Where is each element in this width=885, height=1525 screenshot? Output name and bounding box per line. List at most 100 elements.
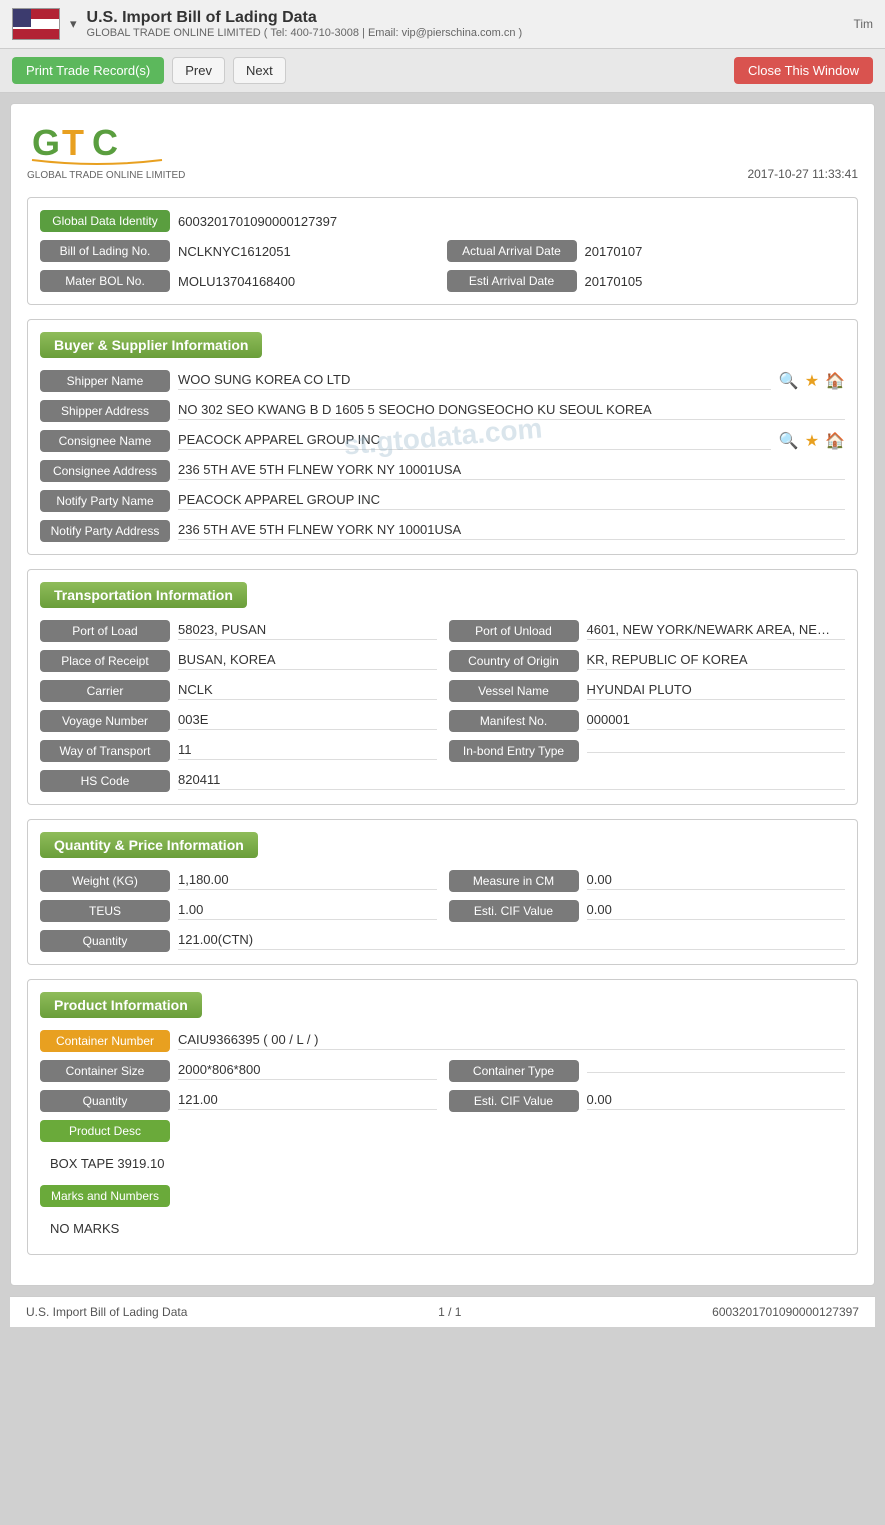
bill-of-lading-value: NCLKNYC1612051 (178, 244, 439, 259)
voyage-number-label: Voyage Number (40, 710, 170, 732)
esti-arrival-label: Esti Arrival Date (447, 270, 577, 292)
notify-party-name-value: PEACOCK APPAREL GROUP INC (178, 492, 845, 510)
port-of-unload-col: Port of Unload 4601, NEW YORK/NEWARK ARE… (449, 620, 846, 642)
esti-cif-value: 0.00 (587, 902, 846, 920)
flag-dropdown[interactable]: ▾ (70, 16, 77, 32)
place-of-receipt-value: BUSAN, KOREA (178, 652, 437, 670)
place-of-receipt-col: Place of Receipt BUSAN, KOREA (40, 650, 437, 672)
notify-party-name-row: Notify Party Name PEACOCK APPAREL GROUP … (40, 490, 845, 512)
shipper-address-label: Shipper Address (40, 400, 170, 422)
shipper-name-label: Shipper Name (40, 370, 170, 392)
product-esti-cif-value: 0.00 (587, 1092, 846, 1110)
hs-code-value: 820411 (178, 772, 845, 790)
marks-numbers-label: Marks and Numbers (40, 1185, 170, 1207)
quantity-row: Quantity 121.00(CTN) (40, 930, 845, 952)
consignee-name-row: Consignee Name PEACOCK APPAREL GROUP INC… (40, 430, 845, 452)
consignee-address-label: Consignee Address (40, 460, 170, 482)
consignee-search-icon[interactable]: 🔍 (779, 431, 799, 451)
toolbar: Print Trade Record(s) Prev Next Close Th… (0, 49, 885, 93)
measure-cm-col: Measure in CM 0.00 (449, 870, 846, 892)
global-data-identity-row: Global Data Identity 6003201701090000127… (40, 210, 845, 232)
quantity-label: Quantity (40, 930, 170, 952)
logo-area: G T C GLOBAL TRADE ONLINE LIMITED (27, 120, 185, 181)
logo-tagline: GLOBAL TRADE ONLINE LIMITED (27, 170, 185, 181)
product-information-section: Product Information Container Number CAI… (27, 979, 858, 1255)
notify-party-name-label: Notify Party Name (40, 490, 170, 512)
notify-party-address-value: 236 5TH AVE 5TH FLNEW YORK NY 10001USA (178, 522, 845, 540)
close-window-button[interactable]: Close This Window (734, 57, 873, 84)
svg-text:C: C (92, 122, 118, 163)
consignee-star-icon[interactable]: ★ (805, 431, 819, 451)
teus-cif-row: TEUS 1.00 Esti. CIF Value 0.00 (40, 900, 845, 922)
port-of-load-value: 58023, PUSAN (178, 622, 437, 640)
bill-of-lading-row: Bill of Lading No. NCLKNYC1612051 Actual… (40, 240, 845, 262)
manifest-no-value: 000001 (587, 712, 846, 730)
marks-numbers-row: Marks and Numbers (40, 1185, 845, 1207)
weight-measure-row: Weight (KG) 1,180.00 Measure in CM 0.00 (40, 870, 845, 892)
esti-arrival-value: 20170105 (585, 274, 846, 289)
container-size-type-row: Container Size 2000*806*800 Container Ty… (40, 1060, 845, 1082)
esti-cif-label: Esti. CIF Value (449, 900, 579, 922)
report-date: 2017-10-27 11:33:41 (747, 167, 858, 181)
consignee-action-icons: 🔍 ★ 🏠 (779, 431, 845, 451)
transport-inbond-row: Way of Transport 11 In-bond Entry Type (40, 740, 845, 762)
flag-icon (12, 8, 60, 40)
footer-center: 1 / 1 (438, 1305, 461, 1319)
place-of-receipt-label: Place of Receipt (40, 650, 170, 672)
weight-kg-col: Weight (KG) 1,180.00 (40, 870, 437, 892)
next-button[interactable]: Next (233, 57, 286, 84)
in-bond-entry-col: In-bond Entry Type (449, 740, 846, 762)
shipper-star-icon[interactable]: ★ (805, 371, 819, 391)
global-data-identity-label: Global Data Identity (40, 210, 170, 232)
page-footer: U.S. Import Bill of Lading Data 1 / 1 60… (10, 1296, 875, 1327)
carrier-value: NCLK (178, 682, 437, 700)
product-quantity-value: 121.00 (178, 1092, 437, 1110)
weight-kg-label: Weight (KG) (40, 870, 170, 892)
product-quantity-cif-row: Quantity 121.00 Esti. CIF Value 0.00 (40, 1090, 845, 1112)
prev-button[interactable]: Prev (172, 57, 225, 84)
way-of-transport-col: Way of Transport 11 (40, 740, 437, 762)
carrier-col: Carrier NCLK (40, 680, 437, 702)
port-of-unload-value: 4601, NEW YORK/NEWARK AREA, NE… (587, 622, 846, 640)
weight-kg-value: 1,180.00 (178, 872, 437, 890)
carrier-label: Carrier (40, 680, 170, 702)
master-bol-row: Mater BOL No. MOLU13704168400 Esti Arriv… (40, 270, 845, 292)
manifest-no-col: Manifest No. 000001 (449, 710, 846, 732)
product-information-title: Product Information (40, 992, 202, 1018)
measure-cm-value: 0.00 (587, 872, 846, 890)
shipper-name-row: Shipper Name WOO SUNG KOREA CO LTD 🔍 ★ 🏠 (40, 370, 845, 392)
way-of-transport-value: 11 (178, 742, 437, 760)
transportation-title: Transportation Information (40, 582, 247, 608)
voyage-number-col: Voyage Number 003E (40, 710, 437, 732)
actual-arrival-label: Actual Arrival Date (447, 240, 577, 262)
shipper-action-icons: 🔍 ★ 🏠 (779, 371, 845, 391)
actual-arrival-value: 20170107 (585, 244, 846, 259)
teus-label: TEUS (40, 900, 170, 922)
print-button[interactable]: Print Trade Record(s) (12, 57, 164, 84)
shipper-search-icon[interactable]: 🔍 (779, 371, 799, 391)
consignee-home-icon[interactable]: 🏠 (825, 431, 845, 451)
container-type-label: Container Type (449, 1060, 579, 1082)
product-desc-label: Product Desc (40, 1120, 170, 1142)
svg-text:T: T (62, 122, 84, 163)
logo-row: G T C GLOBAL TRADE ONLINE LIMITED 2017-1… (27, 120, 858, 181)
product-esti-cif-label: Esti. CIF Value (449, 1090, 579, 1112)
shipper-home-icon[interactable]: 🏠 (825, 371, 845, 391)
footer-right: 6003201701090000127397 (712, 1305, 859, 1319)
vessel-name-label: Vessel Name (449, 680, 579, 702)
in-bond-entry-value (587, 750, 846, 753)
consignee-name-label: Consignee Name (40, 430, 170, 452)
bill-of-lading-label: Bill of Lading No. (40, 240, 170, 262)
container-size-col: Container Size 2000*806*800 (40, 1060, 437, 1082)
footer-left: U.S. Import Bill of Lading Data (26, 1305, 187, 1319)
notify-party-address-label: Notify Party Address (40, 520, 170, 542)
gtc-logo: G T C (27, 120, 167, 170)
esti-cif-col: Esti. CIF Value 0.00 (449, 900, 846, 922)
container-size-label: Container Size (40, 1060, 170, 1082)
container-type-value (587, 1070, 846, 1073)
quantity-value: 121.00(CTN) (178, 932, 845, 950)
shipper-address-value: NO 302 SEO KWANG B D 1605 5 SEOCHO DONGS… (178, 402, 845, 420)
port-of-unload-label: Port of Unload (449, 620, 579, 642)
buyer-supplier-section: st.gtodata.com Buyer & Supplier Informat… (27, 319, 858, 555)
container-number-value: CAIU9366395 ( 00 / L / ) (178, 1032, 845, 1050)
